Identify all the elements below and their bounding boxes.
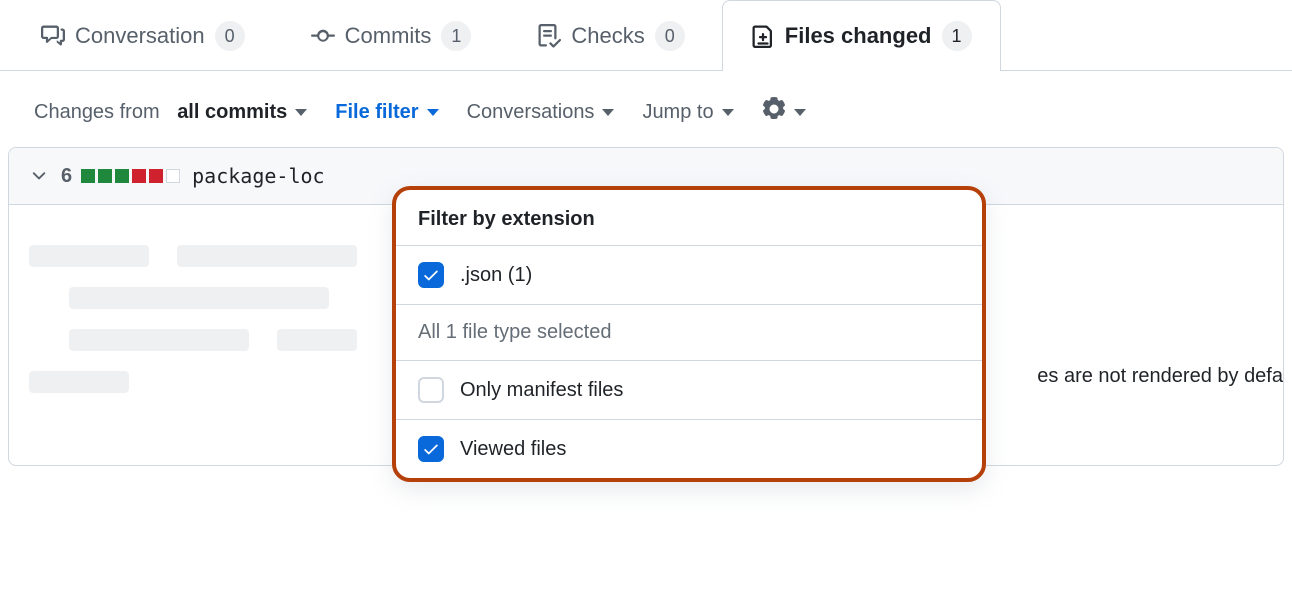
diff-square-add bbox=[115, 169, 129, 183]
tab-label: Checks bbox=[571, 23, 644, 49]
change-count: 6 bbox=[61, 165, 72, 188]
tab-conversation[interactable]: Conversation 0 bbox=[12, 0, 274, 71]
file-name[interactable]: package-loc bbox=[192, 164, 324, 188]
checklist-icon bbox=[537, 24, 561, 48]
diff-settings-menu[interactable] bbox=[762, 97, 806, 127]
changes-scope: all commits bbox=[177, 101, 287, 124]
checkbox-checked-icon bbox=[418, 262, 444, 288]
filter-viewed-label: Viewed files bbox=[460, 438, 566, 461]
skeleton bbox=[29, 371, 129, 393]
file-diff-icon bbox=[751, 24, 775, 48]
caret-down-icon bbox=[602, 109, 614, 116]
filter-manifest-label: Only manifest files bbox=[460, 379, 623, 402]
diff-square-neutral bbox=[166, 169, 180, 183]
tab-count: 0 bbox=[655, 21, 685, 51]
tab-count: 0 bbox=[215, 21, 245, 51]
skeleton bbox=[177, 245, 357, 267]
changes-from-menu[interactable]: Changes from all commits bbox=[34, 101, 307, 124]
skeleton bbox=[69, 287, 329, 309]
gear-icon bbox=[762, 97, 786, 127]
changes-prefix: Changes from bbox=[34, 101, 160, 124]
git-commit-icon bbox=[311, 24, 335, 48]
filter-heading: Filter by extension bbox=[396, 190, 982, 246]
caret-down-icon bbox=[794, 109, 806, 116]
tab-label: Files changed bbox=[785, 23, 932, 49]
tab-commits[interactable]: Commits 1 bbox=[282, 0, 501, 71]
skeleton bbox=[29, 245, 149, 267]
diff-square-add bbox=[81, 169, 95, 183]
pr-tabnav: Conversation 0 Commits 1 Checks 0 Files … bbox=[0, 0, 1292, 71]
tab-label: Commits bbox=[345, 23, 432, 49]
filter-manifest[interactable]: Only manifest files bbox=[396, 361, 982, 420]
diff-square-del bbox=[132, 169, 146, 183]
caret-down-icon bbox=[722, 109, 734, 116]
render-note: es are not rendered by defa bbox=[1037, 365, 1283, 388]
caret-down-icon bbox=[295, 109, 307, 116]
diff-square-del bbox=[149, 169, 163, 183]
tab-count: 1 bbox=[441, 21, 471, 51]
collapse-toggle[interactable] bbox=[29, 166, 49, 186]
skeleton bbox=[277, 329, 357, 351]
checkbox-checked-icon bbox=[418, 436, 444, 462]
tab-label: Conversation bbox=[75, 23, 205, 49]
tab-files-changed[interactable]: Files changed 1 bbox=[722, 0, 1001, 71]
diff-square-add bbox=[98, 169, 112, 183]
filter-ext-json[interactable]: .json (1) bbox=[396, 246, 982, 305]
diff-toolbar: Changes from all commits File filter Con… bbox=[0, 71, 1292, 147]
filter-summary: All 1 file type selected bbox=[396, 305, 982, 361]
diffstat: 6 bbox=[61, 165, 180, 188]
comment-discussion-icon bbox=[41, 24, 65, 48]
file-filter-label: File filter bbox=[335, 101, 418, 124]
filter-ext-label: .json (1) bbox=[460, 264, 532, 287]
jump-to-label: Jump to bbox=[642, 101, 713, 124]
tab-checks[interactable]: Checks 0 bbox=[508, 0, 713, 71]
file-filter-menu[interactable]: File filter bbox=[335, 101, 438, 124]
file-filter-popover: Filter by extension .json (1) All 1 file… bbox=[392, 186, 986, 482]
filter-viewed[interactable]: Viewed files bbox=[396, 420, 982, 478]
conversations-label: Conversations bbox=[467, 101, 595, 124]
checkbox-unchecked-icon bbox=[418, 377, 444, 403]
jump-to-menu[interactable]: Jump to bbox=[642, 101, 733, 124]
tab-count: 1 bbox=[942, 21, 972, 51]
skeleton bbox=[69, 329, 249, 351]
caret-down-icon bbox=[427, 109, 439, 116]
conversations-menu[interactable]: Conversations bbox=[467, 101, 615, 124]
